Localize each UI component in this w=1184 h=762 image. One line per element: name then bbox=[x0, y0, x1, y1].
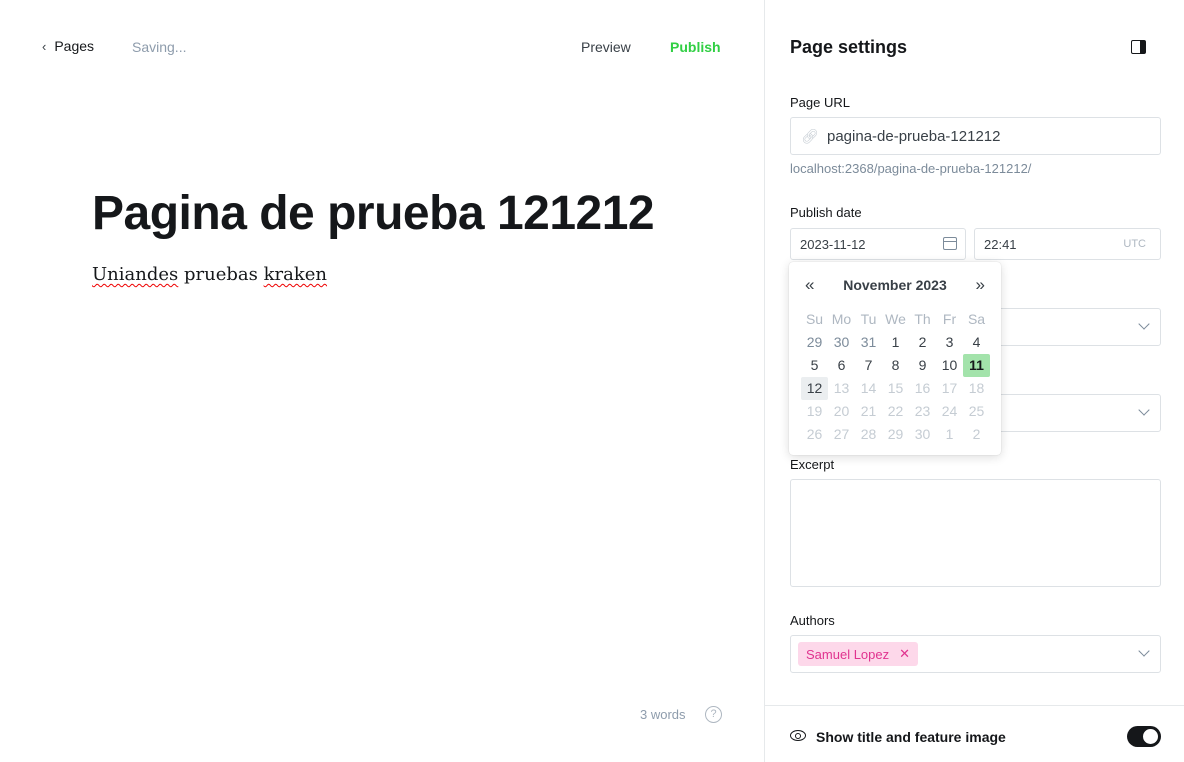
calendar-day[interactable]: 9 bbox=[909, 354, 936, 377]
next-month-button[interactable]: » bbox=[976, 275, 985, 295]
calendar-day: 22 bbox=[887, 403, 904, 419]
settings-title: Page settings bbox=[790, 37, 908, 57]
calendar-day[interactable]: 1 bbox=[882, 331, 909, 354]
calendar-day[interactable]: 10 bbox=[936, 354, 963, 377]
calendar-day[interactable]: 8 bbox=[882, 354, 909, 377]
save-status: Saving... bbox=[132, 39, 187, 55]
publish-date-label: Publish date bbox=[790, 205, 862, 220]
calendar-day[interactable]: 6 bbox=[828, 354, 855, 377]
publish-time-input[interactable]: 22:41 UTC bbox=[974, 228, 1161, 260]
weekday-header: Th bbox=[914, 311, 931, 327]
authors-select[interactable]: Samuel Lopez ✕ bbox=[790, 635, 1161, 673]
back-link-label: Pages bbox=[54, 38, 95, 54]
post-title[interactable]: Pagina de prueba 121212 bbox=[92, 186, 655, 241]
weekday-header: We bbox=[885, 311, 906, 327]
authors-label: Authors bbox=[790, 613, 835, 628]
chevron-left-icon: ‹ bbox=[42, 38, 47, 54]
calendar-day[interactable]: 4 bbox=[963, 331, 990, 354]
sidebar-toggle-icon[interactable] bbox=[1131, 40, 1146, 54]
publish-date-input[interactable]: 2023-11-12 bbox=[790, 228, 966, 260]
help-icon[interactable]: ? bbox=[705, 706, 722, 723]
weekday-header: Tu bbox=[860, 311, 877, 327]
calendar-day[interactable]: 31 bbox=[855, 331, 882, 354]
calendar-day: 25 bbox=[968, 403, 985, 419]
publish-date-value: 2023-11-12 bbox=[800, 237, 866, 252]
page-url-input[interactable]: 🔗︎ pagina-de-prueba-121212 bbox=[790, 117, 1161, 155]
calendar-day: 17 bbox=[941, 380, 958, 396]
chevron-down-icon bbox=[1138, 318, 1150, 330]
datepicker-month: November 2023 bbox=[843, 277, 947, 293]
calendar-grid: Su Mo Tu We Th Fr Sa 29 30 31 1 2 3 4 5 6 7 8 9 10 11 12 13 14 1… bbox=[801, 308, 990, 446]
calendar-day: 13 bbox=[833, 380, 850, 396]
calendar-day: 30 bbox=[914, 426, 931, 442]
body-word: pruebas bbox=[184, 264, 258, 285]
weekday-header: Su bbox=[805, 311, 824, 327]
calendar-day[interactable]: 12 bbox=[801, 377, 828, 400]
calendar-day: 29 bbox=[887, 426, 904, 442]
calendar-day[interactable]: 11 bbox=[963, 354, 990, 377]
calendar-day: 18 bbox=[968, 380, 985, 396]
author-name: Samuel Lopez bbox=[806, 646, 890, 662]
calendar-day: 20 bbox=[833, 403, 850, 419]
show-title-label: Show title and feature image bbox=[816, 729, 1006, 745]
excerpt-textarea[interactable] bbox=[790, 479, 1161, 587]
post-body[interactable]: Uniandes pruebas kraken bbox=[92, 264, 327, 285]
calendar-day[interactable]: 7 bbox=[855, 354, 882, 377]
publish-button[interactable]: Publish bbox=[670, 39, 721, 55]
weekday-header: Mo bbox=[831, 311, 852, 327]
author-chip: Samuel Lopez ✕ bbox=[798, 642, 919, 666]
calendar-day: 21 bbox=[860, 403, 877, 419]
word-count: 3 words bbox=[640, 707, 686, 722]
show-title-toggle[interactable] bbox=[1127, 726, 1161, 747]
calendar-day[interactable]: 3 bbox=[936, 331, 963, 354]
publish-time-value: 22:41 bbox=[984, 237, 1017, 252]
calendar-icon[interactable] bbox=[943, 237, 957, 250]
calendar-day: 19 bbox=[806, 403, 823, 419]
remove-author-icon[interactable]: ✕ bbox=[899, 646, 910, 662]
body-word: Uniandes bbox=[92, 264, 179, 285]
preview-button[interactable]: Preview bbox=[581, 39, 631, 55]
calendar-day: 16 bbox=[914, 380, 931, 396]
weekday-header: Fr bbox=[942, 311, 957, 327]
weekday-header: Sa bbox=[967, 311, 986, 327]
back-to-pages-link[interactable]: ‹ Pages bbox=[42, 38, 94, 54]
calendar-day: 2 bbox=[972, 426, 981, 442]
page-url-hint: localhost:2368/pagina-de-prueba-121212/ bbox=[790, 161, 1032, 176]
calendar-day[interactable]: 30 bbox=[828, 331, 855, 354]
eye-icon bbox=[790, 730, 806, 741]
excerpt-label: Excerpt bbox=[790, 457, 835, 472]
chevron-down-icon bbox=[1138, 404, 1150, 416]
calendar-day: 24 bbox=[941, 403, 958, 419]
page-url-value: pagina-de-prueba-121212 bbox=[827, 128, 1001, 145]
body-word: kraken bbox=[263, 264, 328, 285]
calendar-day: 23 bbox=[914, 403, 931, 419]
calendar-day[interactable]: 2 bbox=[909, 331, 936, 354]
link-icon: 🔗︎ bbox=[801, 128, 819, 144]
editor-pane: ‹ Pages Saving... Preview Publish Pagina… bbox=[0, 0, 764, 762]
calendar-day: 28 bbox=[860, 426, 877, 442]
calendar-day: 15 bbox=[887, 380, 904, 396]
calendar-day: 1 bbox=[945, 426, 954, 442]
calendar-day[interactable]: 29 bbox=[801, 331, 828, 354]
calendar-day[interactable]: 5 bbox=[801, 354, 828, 377]
calendar-day: 14 bbox=[860, 380, 877, 396]
timezone-label: UTC bbox=[1123, 238, 1146, 250]
datepicker-popover: « November 2023 » Su Mo Tu We Th Fr Sa 29 30 31 1 2… bbox=[789, 262, 1001, 455]
page-url-label: Page URL bbox=[790, 95, 850, 110]
divider bbox=[765, 705, 1184, 706]
calendar-day: 26 bbox=[806, 426, 823, 442]
calendar-day: 27 bbox=[833, 426, 850, 442]
chevron-down-icon bbox=[1138, 645, 1150, 657]
